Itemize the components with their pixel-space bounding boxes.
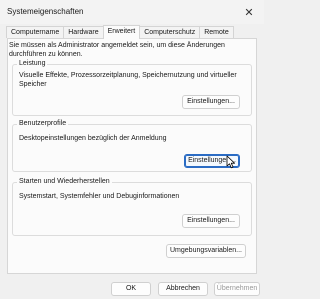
user-profiles-description: Desktopeinstellungen bezüglich der Anmel…: [19, 135, 167, 142]
window-title: Systemeigenschaften: [7, 7, 84, 16]
startup-recovery-description: Systemstart, Systemfehler und Debuginfor…: [19, 193, 180, 200]
startup-recovery-settings-button[interactable]: Einstellungen...: [182, 214, 240, 228]
cancel-button[interactable]: Abbrechen: [158, 282, 208, 296]
title-bar: Systemeigenschaften ✕: [0, 0, 264, 24]
performance-settings-button[interactable]: Einstellungen...: [182, 95, 240, 109]
admin-note: Sie müssen als Administrator angemeldet …: [9, 42, 225, 58]
user-profiles-group-title: Benutzerprofile: [17, 120, 69, 127]
system-properties-window: Systemeigenschaften ✕ Computername Hardw…: [0, 0, 264, 299]
tab-computerschutz[interactable]: Computerschutz: [139, 26, 201, 38]
tab-remote[interactable]: Remote: [199, 26, 234, 38]
performance-description: Visuelle Effekte, Prozessorzeitplanung, …: [19, 72, 237, 88]
tab-hardware[interactable]: Hardware: [63, 26, 104, 38]
environment-variables-button[interactable]: Umgebungsvariablen...: [166, 244, 246, 258]
tab-erweitert[interactable]: Erweitert: [102, 25, 141, 39]
close-icon[interactable]: ✕: [234, 0, 264, 24]
mouse-cursor-icon: [226, 155, 235, 169]
performance-group-title: Leistung: [17, 60, 48, 67]
apply-button[interactable]: Übernehmen: [214, 282, 260, 296]
tab-computername[interactable]: Computername: [6, 26, 65, 38]
tab-bar: Computername Hardware Erweitert Computer…: [6, 25, 234, 39]
startup-recovery-group-title: Starten und Wiederherstellen: [17, 178, 112, 185]
ok-button[interactable]: OK: [111, 282, 151, 296]
